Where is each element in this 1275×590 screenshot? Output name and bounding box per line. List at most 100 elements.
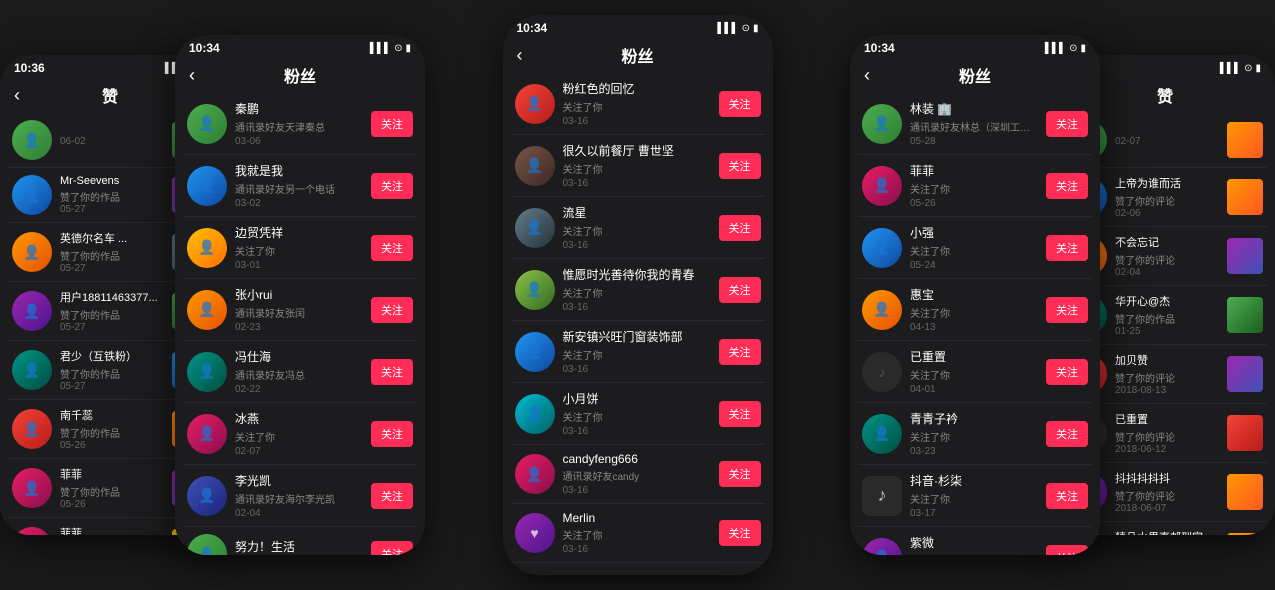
list-item: 👤 林装 🏢 通讯录好友林总（深圳工商办理） 05-28 关注 — [858, 93, 1092, 155]
phone-right-mid: 10:34 ▌▌▌ ⊙ ▮ ‹ 粉丝 👤 林装 🏢 通讯录好友林总（深圳工商办理… — [850, 35, 1100, 555]
follow-button[interactable]: 关注 — [1046, 297, 1088, 323]
follow-button[interactable]: 关注 — [719, 215, 761, 241]
item-sub: 关注了你 — [910, 553, 1038, 555]
follow-button[interactable]: 关注 — [1046, 111, 1088, 137]
item-date: 03-16 — [563, 240, 711, 251]
item-name: 菲菲 — [60, 466, 164, 482]
item-sub: 关注了你 — [910, 181, 1038, 196]
header-center: ‹ 粉丝 — [503, 37, 773, 73]
item-info: 加贝赞 赞了你的评论 2018-08-13 — [1115, 352, 1219, 396]
thumb — [1227, 179, 1263, 215]
item-info: 边贸凭祥 关注了你 03-01 — [235, 224, 363, 271]
list-item: 👤 流星 关注了你 03-16 关注 — [511, 197, 765, 259]
item-sub: 关注了你 — [563, 161, 711, 176]
item-date: 04-13 — [910, 322, 1038, 333]
follow-button[interactable]: 关注 — [1046, 235, 1088, 261]
status-bar-left-mid: 10:34 ▌▌▌ ⊙ ▮ — [175, 35, 425, 57]
battery-icon: ▮ — [753, 23, 759, 34]
list-item: 👤 冰燕 关注了你 02-07 关注 — [183, 403, 417, 465]
item-info: 张小rui 通讯录好友张闰 02-23 — [235, 286, 363, 333]
item-sub: 关注了你 — [910, 367, 1038, 382]
item-info: 流星 关注了你 03-16 — [563, 204, 711, 251]
item-info: 已重置 赞了你的评论 2018-06-12 — [1115, 411, 1219, 455]
item-name: 李光凯 — [235, 472, 363, 489]
avatar: 👤 — [12, 527, 52, 535]
follow-button[interactable]: 关注 — [719, 91, 761, 117]
item-info: 林装 🏢 通讯录好友林总（深圳工商办理） 05-28 — [910, 100, 1038, 147]
follow-button[interactable]: 关注 — [719, 339, 761, 365]
item-info: 冯仕海 通讯录好友冯总 02-22 — [235, 348, 363, 395]
item-sub: 关注了你 — [235, 243, 363, 258]
item-info: 紫微 关注了你 03-16 — [910, 534, 1038, 555]
avatar: 👤 — [187, 414, 227, 454]
item-name: 小强 — [910, 224, 1038, 241]
item-action: 赞了你的评论 — [1115, 429, 1219, 444]
status-icons: ▌▌▌ ⊙ ▮ — [1220, 63, 1261, 74]
time-left-mid: 10:34 — [189, 41, 220, 55]
time-center: 10:34 — [517, 21, 548, 35]
item-sub: 通讯录好友张闰 — [235, 305, 363, 320]
thumb — [1227, 297, 1263, 333]
item-sub: 通讯录好友天津秦总 — [235, 119, 363, 134]
item-date: 03-16 — [563, 302, 711, 313]
thumb — [1227, 533, 1263, 535]
item-action: 赞了你的作品 — [60, 307, 164, 322]
title: 粉丝 — [284, 63, 316, 87]
follow-button[interactable]: 关注 — [371, 111, 413, 137]
wifi-icon: ⊙ — [1069, 43, 1077, 54]
item-date: 05-26 — [60, 440, 164, 451]
item-date: 2018-06-07 — [1115, 503, 1219, 514]
item-name: 加贝赞 — [1115, 352, 1219, 368]
item-info: 我就是我 通讯录好友另一个电话 03-02 — [235, 162, 363, 209]
wifi-icon: ⊙ — [394, 43, 402, 54]
follow-button[interactable]: 关注 — [1046, 483, 1088, 509]
item-info: 惟愿时光善待你我的青春 关注了你 03-16 — [563, 266, 711, 313]
follow-button[interactable]: 关注 — [1046, 173, 1088, 199]
follow-button[interactable]: 关注 — [371, 359, 413, 385]
back-btn[interactable]: ‹ — [517, 45, 523, 66]
follow-button[interactable]: 关注 — [371, 297, 413, 323]
avatar: 👤 — [862, 538, 902, 556]
avatar: 👤 — [12, 468, 52, 508]
item-date: 05-26 — [60, 499, 164, 510]
item-name: 已重置 — [910, 348, 1038, 365]
item-info: 菲菲 关注了你 05-26 — [910, 162, 1038, 209]
follow-button[interactable]: 关注 — [719, 277, 761, 303]
item-info: 君少（互铁粉） 赞了你的作品 05-27 — [60, 348, 164, 392]
item-sub: 通讯录好友冯总 — [235, 367, 363, 382]
follow-button[interactable]: 关注 — [371, 541, 413, 555]
item-name: 张小rui — [235, 286, 363, 303]
list-item: 👤 惠宝 关注了你 04-13 关注 — [858, 279, 1092, 341]
follow-button[interactable]: 关注 — [719, 520, 761, 546]
follow-button[interactable]: 关注 — [719, 401, 761, 427]
item-date: 05-27 — [60, 263, 164, 274]
back-btn[interactable]: ‹ — [189, 65, 195, 86]
item-info: 02-07 — [1115, 134, 1219, 147]
item-name: 边贸凭祥 — [235, 224, 363, 241]
item-date: 03-02 — [235, 198, 363, 209]
back-btn[interactable]: ‹ — [864, 65, 870, 86]
back-btn-left-far[interactable]: ‹ — [14, 85, 20, 106]
follow-button[interactable]: 关注 — [1046, 545, 1088, 556]
follow-button[interactable]: 关注 — [719, 153, 761, 179]
item-name: 冰燕 — [235, 410, 363, 427]
item-info: 抖抖抖抖抖 赞了你的评论 2018-06-07 — [1115, 470, 1219, 514]
item-sub: 关注了你 — [563, 99, 711, 114]
follow-button[interactable]: 关注 — [719, 461, 761, 487]
list-item: 👤 小强 关注了你 05-24 关注 — [858, 217, 1092, 279]
signal-icon: ▌▌▌ — [717, 23, 738, 34]
item-info: 新安镇兴旺门窗装饰部 关注了你 03-16 — [563, 328, 711, 375]
follow-button[interactable]: 关注 — [371, 173, 413, 199]
follow-button[interactable]: 关注 — [371, 235, 413, 261]
item-name: 惠宝 — [910, 286, 1038, 303]
item-date: 2018-08-13 — [1115, 385, 1219, 396]
item-action: 赞了你的作品 — [60, 366, 164, 381]
follow-button[interactable]: 关注 — [1046, 421, 1088, 447]
follow-button[interactable]: 关注 — [371, 483, 413, 509]
avatar: 👤 — [12, 291, 52, 331]
follow-button[interactable]: 关注 — [371, 421, 413, 447]
follow-button[interactable]: 关注 — [1046, 359, 1088, 385]
item-name: 粉红色的回忆 — [563, 80, 711, 97]
item-name: 已重置 — [1115, 411, 1219, 427]
item-sub: 关注了你 — [563, 347, 711, 362]
